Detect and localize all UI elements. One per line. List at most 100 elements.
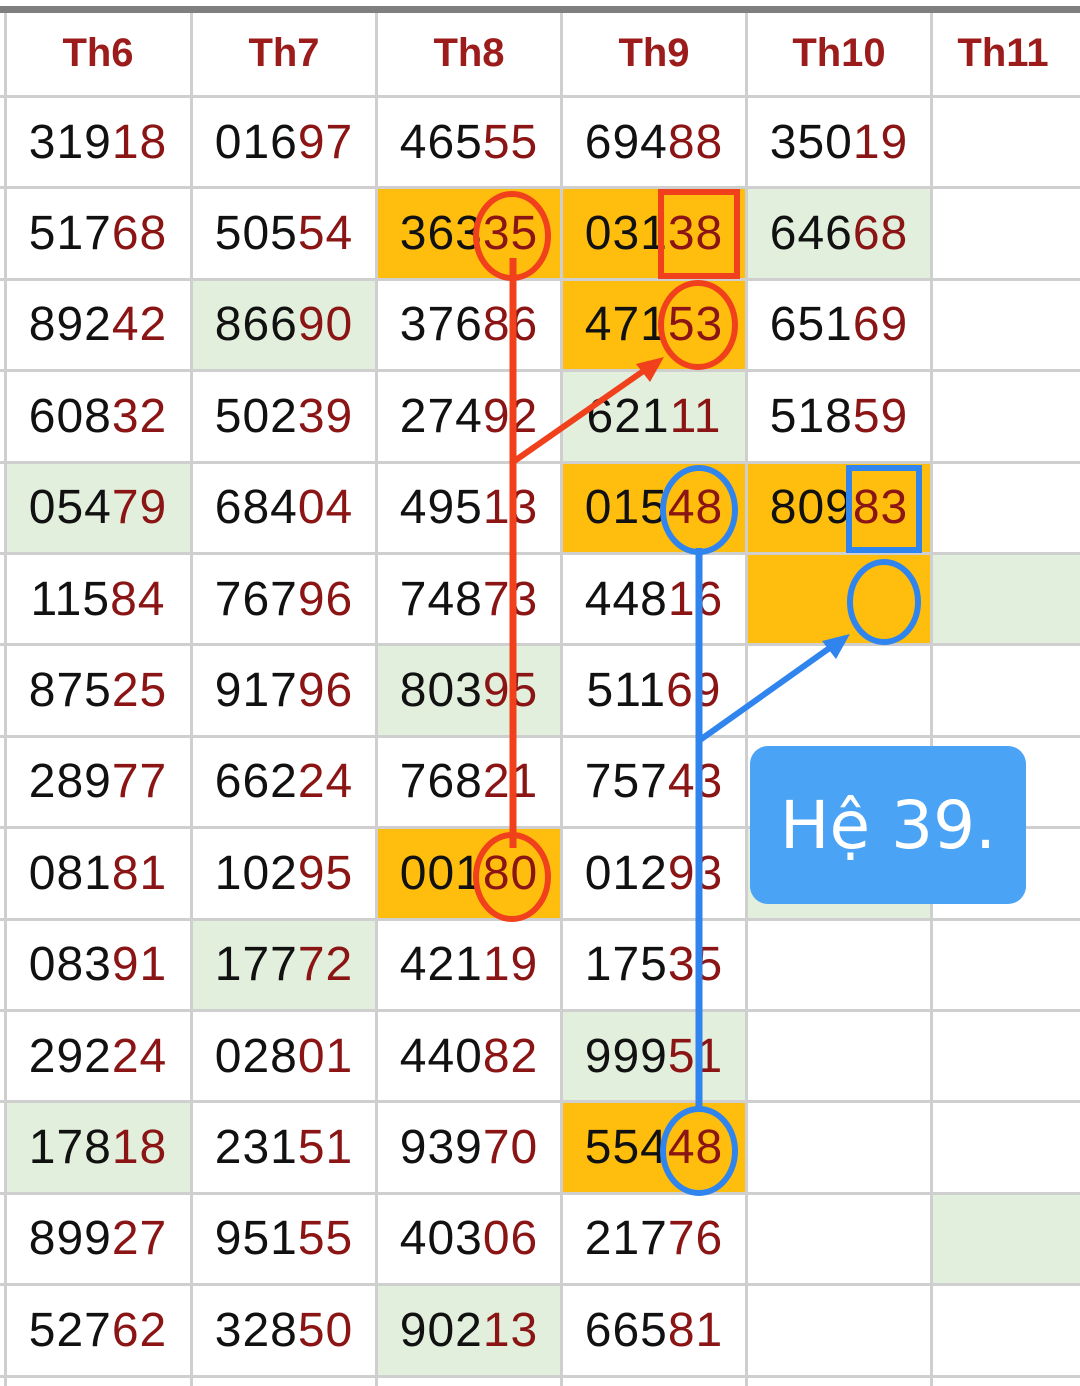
table-cell[interactable]: 495 13 <box>378 464 560 552</box>
table-cell[interactable]: 684 04 <box>193 464 375 552</box>
table-cell[interactable]: 875 25 <box>6 646 190 734</box>
table-cell[interactable] <box>933 98 1080 186</box>
table-cell[interactable] <box>933 555 1080 644</box>
column-divider <box>375 13 378 1386</box>
table-cell[interactable]: 031 38 <box>563 189 745 278</box>
table-cell[interactable]: 502 39 <box>193 372 375 460</box>
table-cell[interactable]: 768 21 <box>378 738 560 826</box>
table-cell[interactable]: 054 79 <box>6 463 190 552</box>
table-cell[interactable] <box>933 372 1080 460</box>
table-cell[interactable]: 403 06 <box>378 1195 560 1283</box>
table-cell[interactable]: 015 48 <box>563 463 745 552</box>
table-cell[interactable]: 511 69 <box>563 646 745 734</box>
table-cell[interactable]: 757 43 <box>563 738 745 826</box>
table-cell[interactable] <box>748 921 930 1009</box>
table-cell[interactable]: 363 35 <box>378 189 560 278</box>
table-cell[interactable]: 081 81 <box>6 829 190 917</box>
table-cell[interactable] <box>933 921 1080 1009</box>
table-cell[interactable] <box>748 1012 930 1100</box>
cell-leading-digits: 502 <box>214 389 298 443</box>
column-divider <box>190 13 193 1386</box>
table-cell[interactable] <box>933 1194 1080 1284</box>
row-divider <box>0 369 1080 373</box>
table-cell[interactable]: 608 32 <box>6 372 190 460</box>
table-cell[interactable]: 892 42 <box>6 281 190 369</box>
table-cell[interactable]: 694 88 <box>563 98 745 186</box>
table-cell[interactable]: 917 96 <box>193 646 375 734</box>
table-cell[interactable]: 662 24 <box>193 738 375 826</box>
table-cell[interactable]: 328 50 <box>193 1286 375 1374</box>
table-cell[interactable]: 102 95 <box>193 829 375 917</box>
cell-leading-digits: 289 <box>28 755 112 809</box>
table-cell[interactable]: 115 84 <box>6 555 190 643</box>
table-cell[interactable] <box>933 1103 1080 1191</box>
table-cell[interactable]: 448 16 <box>563 555 745 643</box>
column-header-th10[interactable]: Th10 <box>748 13 930 93</box>
column-header-th7[interactable]: Th7 <box>193 13 375 93</box>
table-cell[interactable]: 665 81 <box>563 1286 745 1374</box>
table-cell[interactable] <box>933 189 1080 277</box>
table-cell[interactable] <box>748 1195 930 1283</box>
table-cell[interactable]: 651 69 <box>748 281 930 369</box>
table-cell[interactable]: 016 97 <box>193 98 375 186</box>
cell-leading-digits: 665 <box>584 1303 668 1357</box>
table-cell[interactable]: 274 92 <box>378 372 560 460</box>
table-cell[interactable]: 012 93 <box>563 829 745 917</box>
table-cell[interactable]: 866 90 <box>193 280 375 370</box>
cell-leading-digits: 902 <box>399 1303 483 1357</box>
table-cell[interactable]: 178 18 <box>6 1103 190 1192</box>
table-cell[interactable]: 421 19 <box>378 921 560 1009</box>
cell-tail-digits: 19 <box>852 115 909 169</box>
table-cell[interactable]: 505 54 <box>193 189 375 277</box>
table-cell[interactable]: 289 77 <box>6 738 190 826</box>
table-cell[interactable]: 803 95 <box>378 646 560 735</box>
table-cell[interactable]: 951 55 <box>193 1195 375 1283</box>
column-header-th8[interactable]: Th8 <box>378 13 560 93</box>
table-cell[interactable]: 319 18 <box>6 98 190 186</box>
table-cell[interactable]: 621 11 <box>563 372 745 461</box>
table-cell[interactable]: 177 72 <box>193 920 375 1009</box>
table-cell[interactable]: 517 68 <box>6 189 190 277</box>
table-cell[interactable]: 999 51 <box>563 1012 745 1101</box>
cell-leading-digits: 319 <box>28 115 112 169</box>
table-cell[interactable]: 899 27 <box>6 1195 190 1283</box>
table-cell[interactable]: 748 73 <box>378 555 560 643</box>
table-cell[interactable]: 902 13 <box>378 1286 560 1375</box>
table-cell[interactable]: 028 01 <box>193 1012 375 1100</box>
table-cell[interactable] <box>748 555 930 644</box>
table-cell[interactable]: 175 35 <box>563 921 745 1009</box>
column-header-th6[interactable]: Th6 <box>6 13 190 93</box>
table-cell[interactable]: 292 24 <box>6 1012 190 1100</box>
table-cell[interactable] <box>933 281 1080 369</box>
table-cell[interactable]: 350 19 <box>748 98 930 186</box>
table-cell[interactable]: 001 80 <box>378 829 560 918</box>
row-divider <box>0 1009 1080 1012</box>
table-cell[interactable] <box>933 1286 1080 1374</box>
cell-tail-digits: 81 <box>111 846 168 900</box>
table-cell[interactable]: 646 68 <box>748 189 930 278</box>
table-cell[interactable]: 471 53 <box>563 280 745 370</box>
column-header-th11[interactable]: Th11 <box>933 13 1073 93</box>
column-header-th9[interactable]: Th9 <box>563 13 745 93</box>
table-cell[interactable]: 554 48 <box>563 1103 745 1192</box>
table-cell[interactable]: 440 82 <box>378 1012 560 1100</box>
table-cell[interactable]: 465 55 <box>378 98 560 186</box>
cell-tail-digits: 73 <box>482 572 539 626</box>
cell-tail-digits: 96 <box>297 572 354 626</box>
table-cell[interactable]: 376 86 <box>378 281 560 369</box>
cell-leading-digits: 440 <box>399 1029 483 1083</box>
table-cell[interactable]: 083 91 <box>6 921 190 1009</box>
table-cell[interactable]: 767 96 <box>193 555 375 643</box>
table-cell[interactable] <box>748 1103 930 1191</box>
table-cell[interactable]: 527 62 <box>6 1286 190 1374</box>
table-cell[interactable]: 939 70 <box>378 1103 560 1191</box>
table-cell[interactable] <box>933 1012 1080 1100</box>
table-cell[interactable] <box>933 646 1080 734</box>
table-cell[interactable]: 518 59 <box>748 372 930 460</box>
table-cell[interactable] <box>748 1286 930 1374</box>
table-cell[interactable] <box>748 646 930 734</box>
table-cell[interactable] <box>933 464 1080 552</box>
table-cell[interactable]: 231 51 <box>193 1103 375 1191</box>
table-cell[interactable]: 217 76 <box>563 1195 745 1283</box>
table-cell[interactable]: 809 83 <box>748 463 930 552</box>
